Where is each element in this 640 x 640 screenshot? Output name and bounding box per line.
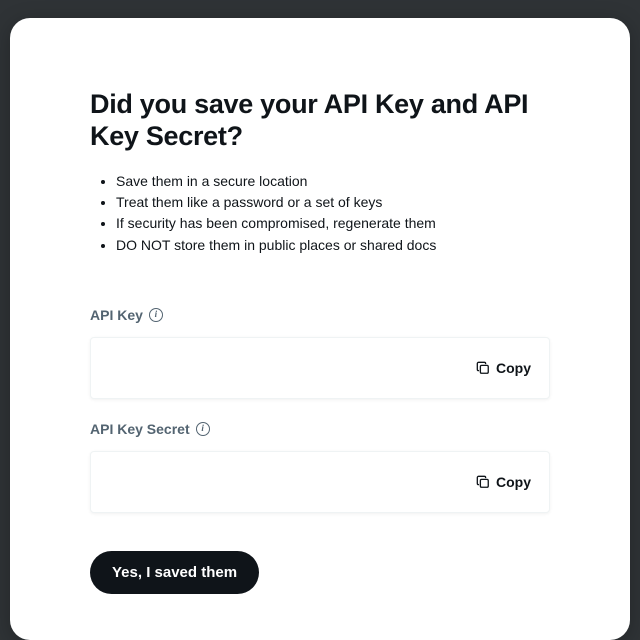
- confirm-saved-button[interactable]: Yes, I saved them: [90, 551, 259, 594]
- api-key-secret-label-text: API Key Secret: [90, 421, 190, 437]
- api-key-save-modal: Did you save your API Key and API Key Se…: [10, 18, 630, 640]
- api-key-field-group: API Key i Copy: [90, 307, 550, 399]
- info-icon[interactable]: i: [149, 308, 163, 322]
- list-item: Treat them like a password or a set of k…: [116, 192, 550, 212]
- info-icon[interactable]: i: [196, 422, 210, 436]
- copy-icon: [476, 475, 490, 489]
- copy-api-key-secret-button[interactable]: Copy: [476, 474, 531, 490]
- list-item: DO NOT store them in public places or sh…: [116, 235, 550, 255]
- guidance-list: Save them in a secure location Treat the…: [90, 171, 550, 255]
- modal-title: Did you save your API Key and API Key Se…: [90, 88, 550, 153]
- api-key-value-box: Copy: [90, 337, 550, 399]
- api-key-label: API Key i: [90, 307, 550, 323]
- list-item: Save them in a secure location: [116, 171, 550, 191]
- api-key-secret-value-box: Copy: [90, 451, 550, 513]
- api-key-label-text: API Key: [90, 307, 143, 323]
- api-key-secret-label: API Key Secret i: [90, 421, 550, 437]
- copy-label: Copy: [496, 474, 531, 490]
- list-item: If security has been compromised, regene…: [116, 213, 550, 233]
- copy-icon: [476, 361, 490, 375]
- copy-api-key-button[interactable]: Copy: [476, 360, 531, 376]
- copy-label: Copy: [496, 360, 531, 376]
- api-key-secret-field-group: API Key Secret i Copy: [90, 421, 550, 513]
